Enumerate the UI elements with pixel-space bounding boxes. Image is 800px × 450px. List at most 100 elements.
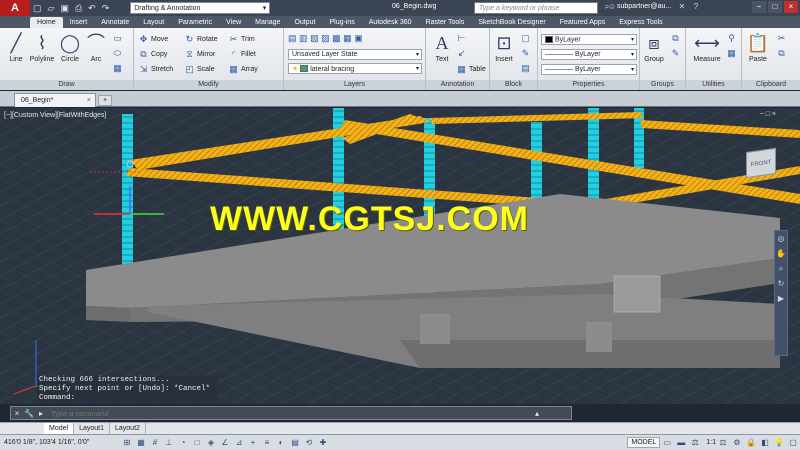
- copy-button[interactable]: ⧉ Copy: [138, 48, 167, 60]
- steering-wheel-icon[interactable]: ◎: [775, 234, 787, 246]
- layer-properties-icon[interactable]: ▤: [288, 33, 297, 44]
- snap-icon[interactable]: ▦: [135, 437, 147, 449]
- tab-autodesk-360[interactable]: Autodesk 360: [362, 17, 419, 28]
- tab-plug-ins[interactable]: Plug-ins: [322, 17, 361, 28]
- layer-dropdown[interactable]: ☀ lateral bracing ▾: [288, 63, 422, 74]
- tab-express-tools[interactable]: Express Tools: [612, 17, 669, 28]
- calculator-button[interactable]: ▦: [726, 47, 739, 59]
- groups-panel-title[interactable]: Groups: [640, 80, 685, 90]
- save-icon[interactable]: ▣: [57, 3, 72, 14]
- table-button[interactable]: ▦ Table: [456, 63, 486, 75]
- cut-button[interactable]: ✂: [776, 32, 789, 44]
- column-pier-2[interactable]: [586, 322, 612, 352]
- close-icon[interactable]: ×: [87, 97, 95, 104]
- scale-button[interactable]: ◰ Scale: [184, 63, 214, 75]
- new-tab-button[interactable]: +: [98, 95, 112, 106]
- print-icon[interactable]: ⎙: [72, 3, 85, 14]
- wrench-icon[interactable]: 🔧: [23, 409, 35, 418]
- mirror-button[interactable]: ⧖ Mirror: [184, 48, 215, 60]
- column-1[interactable]: [122, 114, 133, 264]
- tab-view[interactable]: View: [219, 17, 248, 28]
- transparency-icon[interactable]: ◐: [275, 437, 287, 449]
- zoom-icon[interactable]: ⌕: [775, 264, 787, 276]
- minimize-button[interactable]: −: [752, 1, 766, 13]
- exchange-icon[interactable]: ✕: [676, 2, 688, 13]
- layer-isolate-icon[interactable]: ▩: [332, 33, 341, 44]
- tab-raster-tools[interactable]: Raster Tools: [419, 17, 472, 28]
- layer-state-icon[interactable]: ▥: [299, 33, 308, 44]
- circle-button[interactable]: ◯ Circle: [56, 32, 84, 63]
- annotation-monitor-icon[interactable]: ✚: [317, 437, 329, 449]
- layer-match-icon[interactable]: ▧: [310, 33, 319, 44]
- ortho-icon[interactable]: ⊥: [163, 437, 175, 449]
- quick-view-drawings-icon[interactable]: ▬: [675, 437, 687, 449]
- lineweight-icon[interactable]: ≡: [261, 437, 273, 449]
- properties-panel-title[interactable]: Properties: [538, 80, 639, 90]
- layer-state-dropdown[interactable]: Unsaved Layer State ▾: [288, 49, 422, 60]
- command-input[interactable]: [51, 408, 531, 418]
- tab-model[interactable]: Model: [44, 423, 75, 434]
- rectangle-button[interactable]: ▭: [112, 32, 125, 44]
- insert-block-button[interactable]: ⊡ Insert: [490, 32, 518, 63]
- selection-cycling-icon[interactable]: ⟲: [303, 437, 315, 449]
- annotation-panel-title[interactable]: Annotation: [426, 80, 489, 90]
- drawing-viewport[interactable]: [−][Custom View][FlatWithEdges] − □ × WW…: [0, 108, 800, 404]
- dyn-icon[interactable]: +: [247, 437, 259, 449]
- workspace-switch-icon[interactable]: ⚙: [731, 437, 743, 449]
- viewport-window-controls[interactable]: − □ ×: [760, 111, 776, 118]
- otrack-icon[interactable]: ∠: [219, 437, 231, 449]
- annotation-scale-icon[interactable]: ⚖: [689, 437, 701, 449]
- layers-panel-title[interactable]: Layers: [284, 80, 425, 90]
- arc-button[interactable]: ⌒ Arc: [82, 32, 110, 63]
- stretch-button[interactable]: ⇲ Stretch: [138, 63, 173, 75]
- maximize-button[interactable]: □: [768, 1, 782, 13]
- model-space-button[interactable]: MODEL: [627, 437, 661, 448]
- hatch-button[interactable]: ▦: [112, 62, 125, 74]
- command-prompt-icon[interactable]: ▸: [35, 409, 47, 418]
- measure-button[interactable]: ⟷ Measure: [690, 32, 724, 63]
- close-button[interactable]: ×: [784, 1, 798, 13]
- move-button[interactable]: ✥ Move: [138, 33, 168, 45]
- user-account-name[interactable]: subpartner@au...: [617, 3, 671, 10]
- layer-off-icon[interactable]: ▨: [321, 33, 330, 44]
- ungroup-button[interactable]: ⧉: [670, 32, 683, 44]
- tab-layout2[interactable]: Layout2: [110, 423, 146, 434]
- utilities-panel-title[interactable]: Utilities: [686, 80, 741, 90]
- edit-block-button[interactable]: ✎: [520, 47, 533, 59]
- isolate-objects-icon[interactable]: 💡: [773, 437, 785, 449]
- leader-button[interactable]: ↙: [456, 47, 469, 59]
- copy-clip-button[interactable]: ⧉: [776, 47, 789, 59]
- quick-view-layouts-icon[interactable]: ▭: [661, 437, 673, 449]
- column-base[interactable]: [613, 275, 661, 313]
- tab-layout1[interactable]: Layout1: [74, 423, 110, 434]
- open-file-icon[interactable]: ▱: [45, 3, 58, 14]
- chevron-up-icon[interactable]: ▴: [531, 409, 543, 418]
- undo-icon[interactable]: ↶: [85, 3, 99, 14]
- redo-icon[interactable]: ↷: [99, 3, 113, 14]
- layer-freeze-icon[interactable]: ▦: [343, 33, 352, 44]
- tab-manage[interactable]: Manage: [248, 17, 287, 28]
- array-button[interactable]: ▦ Array: [228, 63, 258, 75]
- lock-icon[interactable]: 🔒: [745, 437, 757, 449]
- clean-screen-icon[interactable]: ▢: [787, 437, 799, 449]
- line-button[interactable]: ╱ Line: [2, 32, 30, 63]
- tab-layout[interactable]: Layout: [136, 17, 171, 28]
- rotate-button[interactable]: ↻ Rotate: [184, 33, 218, 45]
- column-pier-1[interactable]: [420, 314, 450, 344]
- 3d-osnap-icon[interactable]: ◈: [205, 437, 217, 449]
- modify-panel-title[interactable]: Modify: [134, 80, 283, 90]
- grid-icon[interactable]: #: [149, 437, 161, 449]
- tab-sketchbook-designer[interactable]: SketchBook Designer: [471, 17, 552, 28]
- create-block-button[interactable]: ▢: [520, 32, 533, 44]
- polyline-button[interactable]: ⌇ Polyline: [28, 32, 56, 63]
- tab-parametric[interactable]: Parametric: [171, 17, 219, 28]
- paste-button[interactable]: 📋 Paste: [744, 32, 772, 63]
- color-dropdown[interactable]: ByLayer ▾: [541, 34, 637, 45]
- group-edit-button[interactable]: ✎: [670, 47, 683, 59]
- hardware-acceleration-icon[interactable]: ◧: [759, 437, 771, 449]
- ellipse-button[interactable]: ⬭: [112, 47, 125, 59]
- annotation-scale-value[interactable]: 1:1: [706, 439, 716, 446]
- coordinate-readout[interactable]: 416'0 1/8", 103'4 1/16", 0'0": [0, 439, 120, 446]
- fillet-button[interactable]: ◜ Fillet: [228, 48, 256, 60]
- new-file-icon[interactable]: ▢: [30, 3, 45, 14]
